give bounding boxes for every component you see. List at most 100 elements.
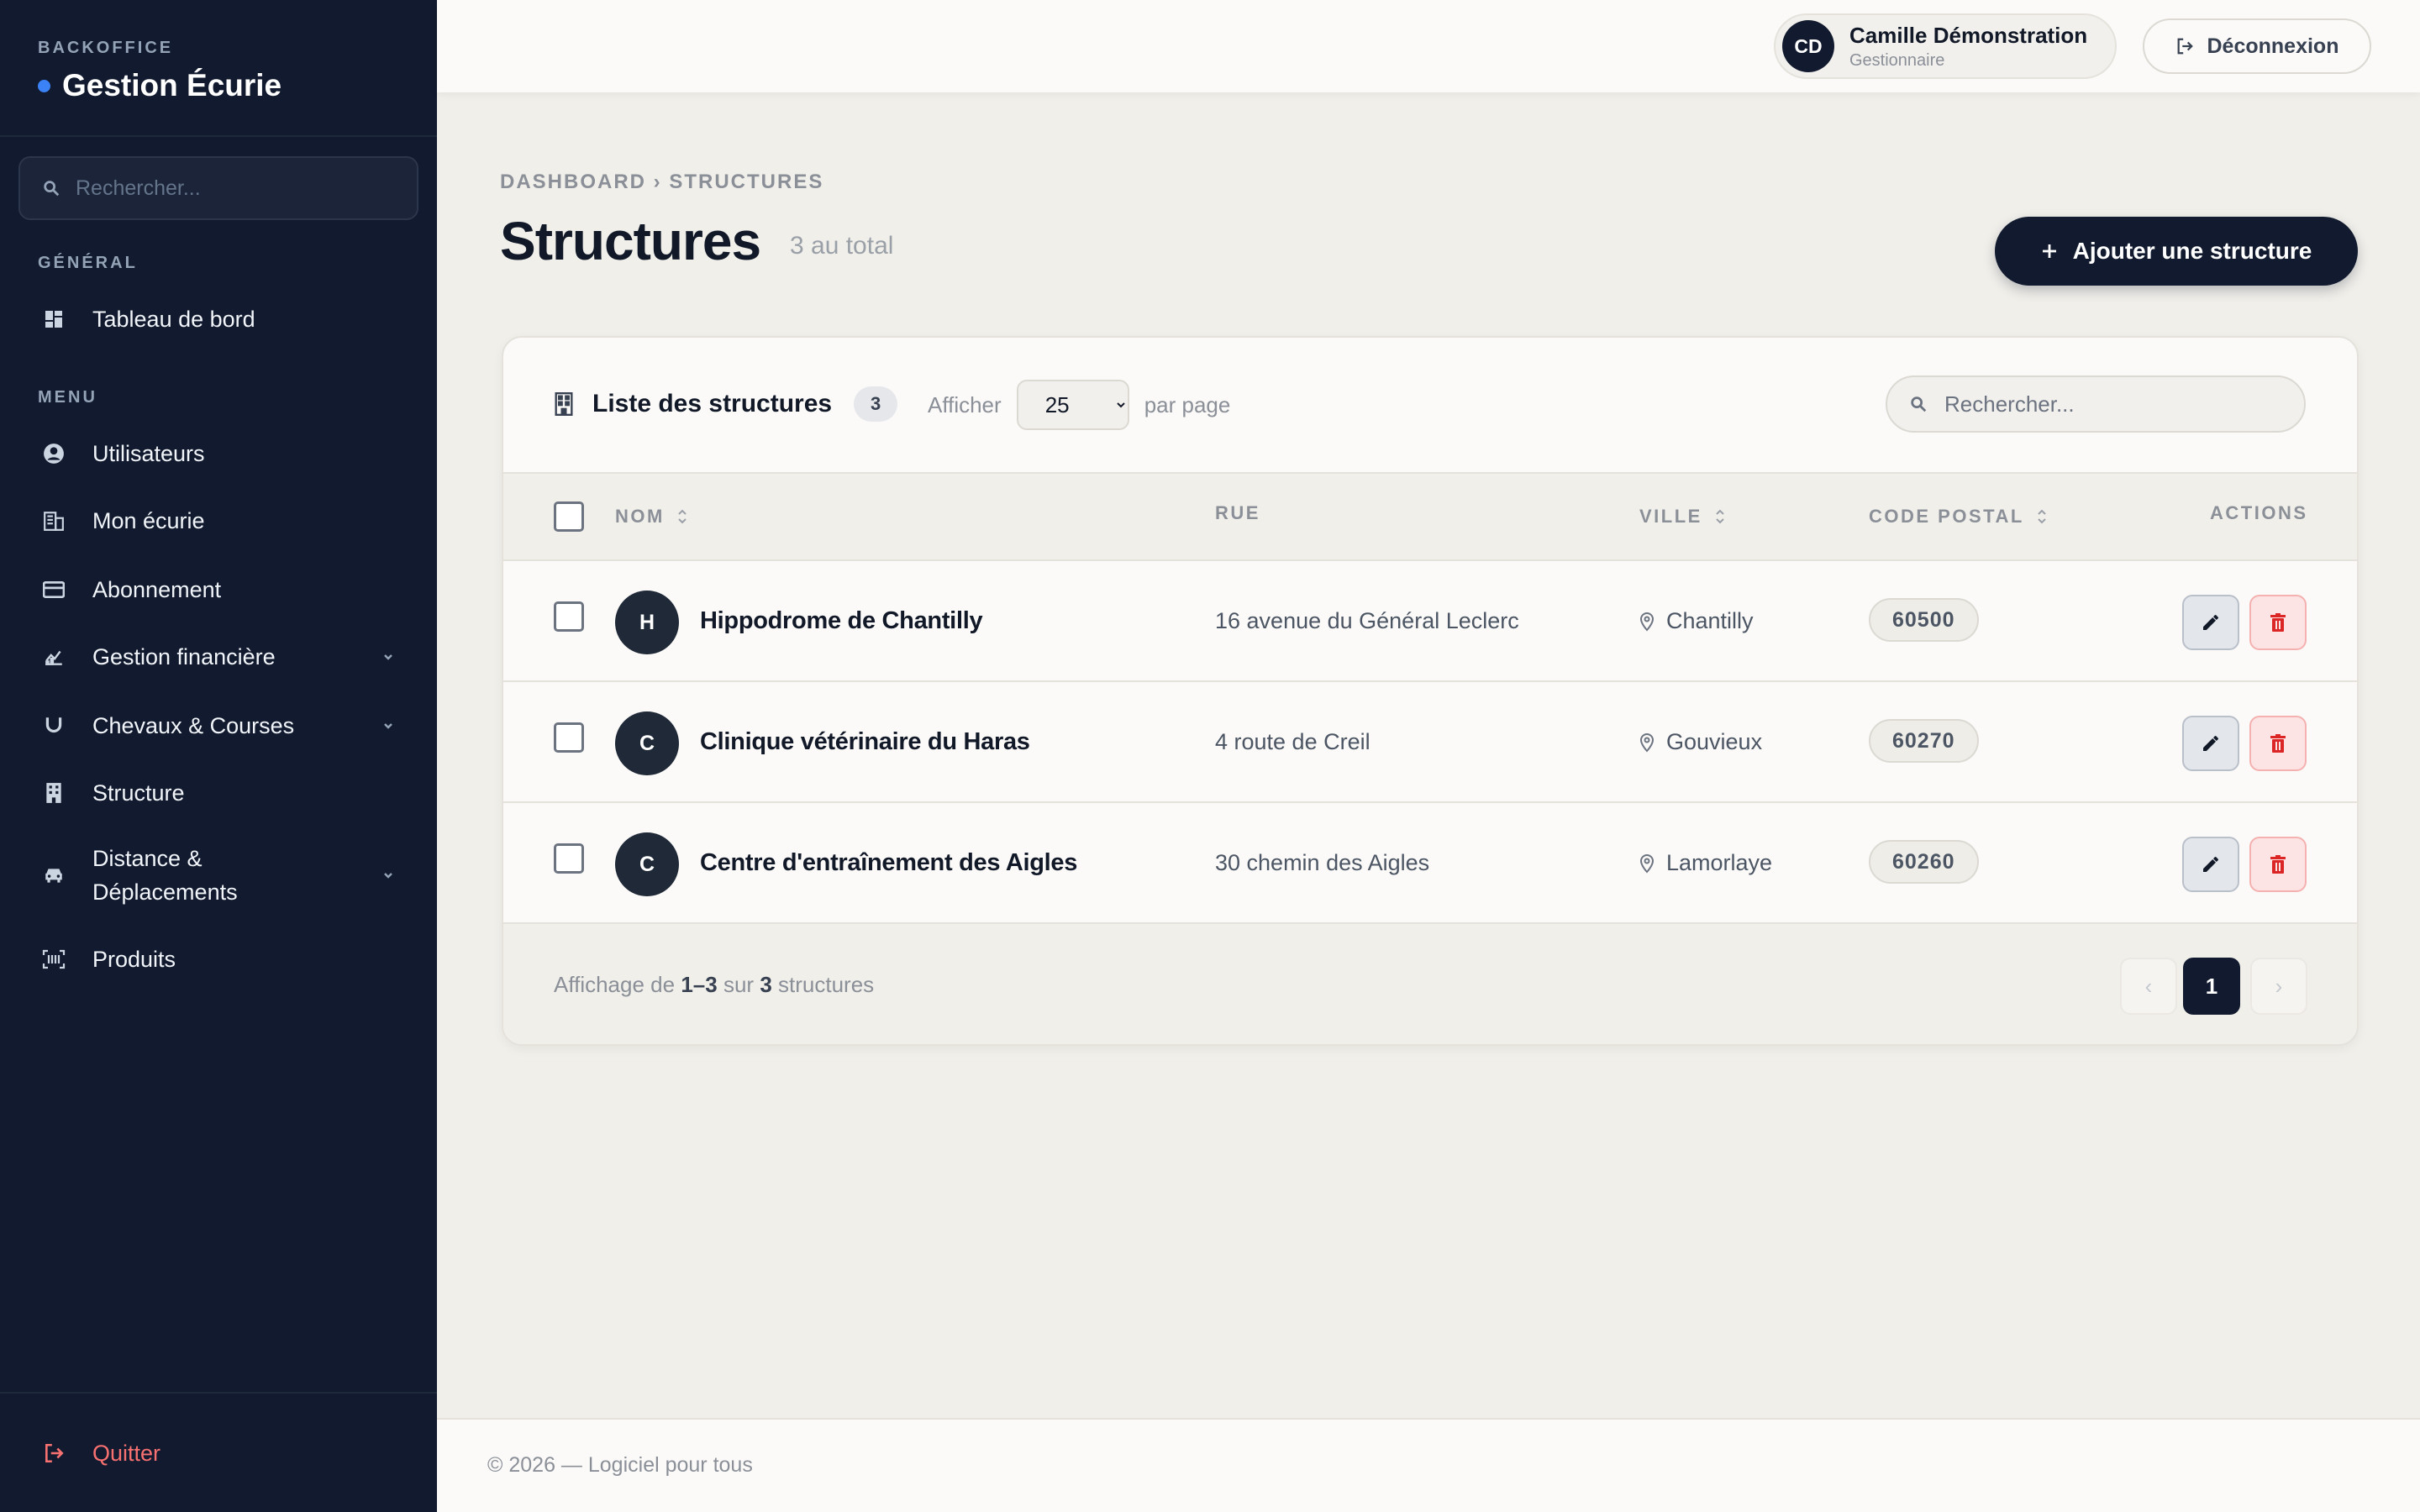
sidebar-item-label: Distance & [92, 846, 203, 871]
user-menu[interactable]: CD Camille Démonstration Gestionnaire [1774, 13, 2117, 79]
sidebar-item-finance[interactable]: Gestion financière [0, 638, 437, 675]
trash-icon [2270, 613, 2286, 632]
delete-button[interactable] [2249, 716, 2307, 771]
row-city: Gouvieux [1639, 729, 1762, 755]
dashboard-icon [42, 307, 66, 331]
sidebar-search-input[interactable] [76, 176, 395, 201]
avatar: CD [1782, 20, 1834, 72]
table-row: C Centre d'entraînement des Aigles 30 ch… [503, 803, 2357, 924]
row-name: Hippodrome de Chantilly [700, 607, 983, 634]
logout-icon [42, 1441, 66, 1465]
per-page-select[interactable]: 10 25 50 100 [1016, 380, 1129, 430]
row-checkbox[interactable] [554, 601, 584, 632]
delete-button[interactable] [2249, 595, 2307, 650]
per-page-control: Afficher 10 25 50 100 par page [928, 380, 1230, 430]
table-header: NOM RUE VILLE CODE POSTAL ACTIONS [503, 472, 2357, 561]
sidebar: BACKOFFICE Gestion Écurie GÉNÉRAL Tablea… [0, 0, 437, 1512]
trash-icon [2270, 734, 2286, 753]
section-menu-label: MENU [38, 388, 97, 407]
row-street: 4 route de Creil [1215, 729, 1370, 754]
pagination-summary: Affichage de 1–3 sur 3 structures [554, 972, 875, 997]
column-header-actions: ACTIONS [2210, 502, 2308, 523]
row-city: Chantilly [1639, 608, 1754, 634]
logout-button[interactable]: Déconnexion [2143, 18, 2371, 74]
edit-button[interactable] [2182, 595, 2239, 650]
trash-icon [2270, 855, 2286, 874]
logout-label: Déconnexion [2207, 34, 2339, 58]
user-role: Gestionnaire [1849, 50, 1945, 70]
footer-text: © 2026 — Logiciel pour tous [487, 1453, 753, 1477]
sort-icon [678, 509, 687, 524]
column-header-postal[interactable]: CODE POSTAL [1869, 506, 2048, 528]
sidebar-item-subscription[interactable]: Abonnement [0, 571, 437, 608]
chevron-down-icon[interactable] [380, 648, 397, 665]
pencil-icon [2203, 615, 2218, 630]
row-city: Lamorlaye [1639, 850, 1772, 876]
sidebar-item-structure[interactable]: Structure [0, 774, 437, 811]
breadcrumb[interactable]: DASHBOARD › STRUCTURES [500, 171, 823, 194]
sidebar-item-stable[interactable]: Mon écurie [0, 502, 437, 539]
location-pin-icon [1639, 853, 1655, 873]
chevron-down-icon[interactable] [380, 717, 397, 734]
finance-chart-icon [42, 645, 66, 669]
row-checkbox[interactable] [554, 843, 584, 874]
sidebar-search[interactable] [18, 156, 418, 220]
column-header-city[interactable]: VILLE [1639, 506, 1726, 528]
brand-title[interactable]: Gestion Écurie [38, 68, 437, 103]
sort-icon [2038, 509, 2046, 524]
quit-label: Quitter [92, 1440, 161, 1466]
sidebar-item-label: Utilisateurs [92, 440, 205, 466]
row-avatar: C [615, 711, 679, 775]
sort-icon [1716, 509, 1724, 524]
sidebar-item-label: Tableau de bord [92, 306, 255, 332]
quit-button[interactable]: Quitter [0, 1435, 437, 1472]
pagination-page-button[interactable]: 1 [2183, 958, 2240, 1015]
sidebar-item-distance[interactable]: Distance & Déplacements [0, 840, 437, 911]
postal-code-badge: 60270 [1869, 719, 1979, 763]
row-avatar: H [615, 591, 679, 654]
pagination-prev-button[interactable]: ‹ [2120, 958, 2177, 1015]
sidebar-item-label-line2: Déplacements [92, 879, 238, 905]
edit-button[interactable] [2182, 716, 2239, 771]
topbar: CD Camille Démonstration Gestionnaire Dé… [437, 0, 2420, 92]
chevron-down-icon[interactable] [380, 867, 397, 884]
add-structure-button[interactable]: Ajouter une structure [1995, 217, 2358, 286]
page-total-count: 3 au total [790, 232, 894, 260]
delete-button[interactable] [2249, 837, 2307, 892]
office-building-icon [555, 392, 573, 416]
select-all-checkbox[interactable] [554, 501, 584, 532]
edit-button[interactable] [2182, 837, 2239, 892]
card-title: Liste des structures [592, 390, 833, 417]
barcode-icon [42, 948, 66, 971]
row-checkbox[interactable] [554, 722, 584, 753]
logout-icon [2177, 38, 2193, 55]
sidebar-item-products[interactable]: Produits [0, 941, 437, 978]
row-street: 30 chemin des Aigles [1215, 850, 1430, 875]
table-row: C Clinique vétérinaire du Haras 4 route … [503, 682, 2357, 803]
sidebar-item-users[interactable]: Utilisateurs [0, 435, 437, 472]
search-icon [44, 181, 60, 197]
brand-eyebrow: BACKOFFICE [38, 39, 174, 57]
postal-code-badge: 60260 [1869, 840, 1979, 884]
pagination-next-button[interactable]: › [2250, 958, 2307, 1015]
sidebar-item-label: Gestion financière [92, 643, 276, 669]
sidebar-item-label: Structure [92, 780, 185, 806]
sidebar-item-horses[interactable]: Chevaux & Courses [0, 707, 437, 744]
table-row: H Hippodrome de Chantilly 16 avenue du G… [503, 561, 2357, 682]
user-circle-icon [42, 442, 66, 465]
row-name: Clinique vétérinaire du Haras [700, 728, 1030, 755]
sidebar-item-label: Mon écurie [92, 507, 205, 533]
row-avatar: C [615, 832, 679, 896]
add-structure-label: Ajouter une structure [2072, 238, 2312, 264]
sidebar-item-dashboard[interactable]: Tableau de bord [0, 301, 437, 338]
card-header: Liste des structures 3 Afficher 10 25 50… [503, 338, 2357, 472]
sidebar-item-label: Produits [92, 946, 176, 972]
row-street: 16 avenue du Général Leclerc [1215, 608, 1519, 633]
column-header-name[interactable]: NOM [615, 506, 688, 528]
table-search-input[interactable] [1944, 391, 2281, 417]
table-search[interactable] [1886, 375, 2306, 433]
sidebar-item-label: Chevaux & Courses [92, 712, 295, 738]
location-pin-icon [1639, 732, 1655, 752]
building-icon [42, 509, 66, 533]
row-name: Centre d'entraînement des Aigles [700, 849, 1078, 876]
